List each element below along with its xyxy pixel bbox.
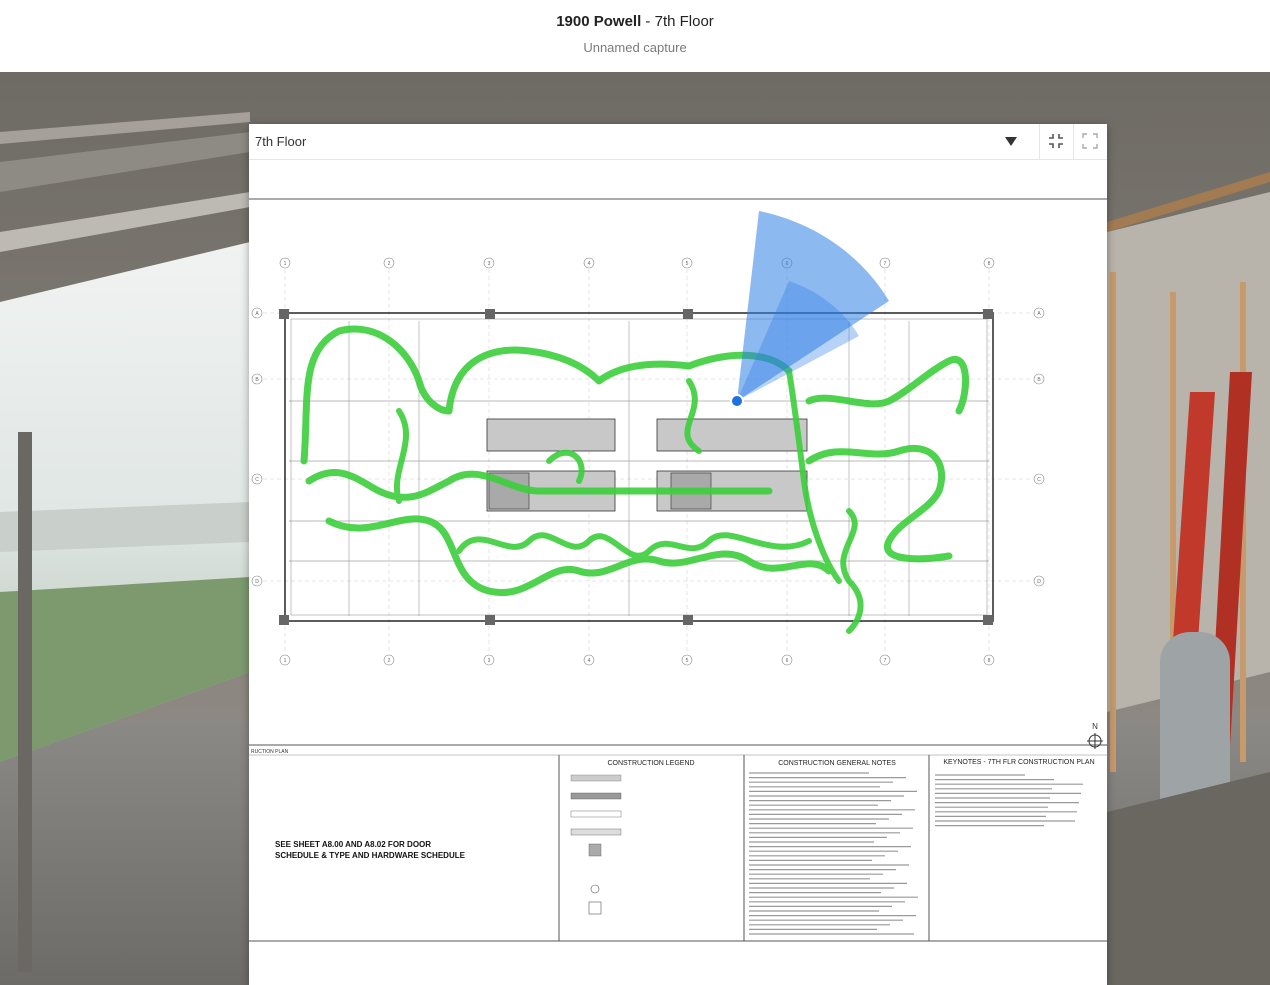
column-grid-bottom: 1 2 3 4 5 6 7 8 — [279, 654, 995, 666]
fullscreen-icon — [1082, 133, 1098, 149]
floor-dropdown-label: 7th Floor — [255, 134, 307, 149]
capture-title: 1900 Powell - 7th Floor — [0, 13, 1270, 30]
floor-name: - 7th Floor — [641, 13, 714, 30]
grid-bubble-A: A — [1033, 307, 1045, 319]
grid-bubble-C: C — [251, 473, 263, 485]
building-outline — [279, 309, 994, 625]
svg-text:4: 4 — [588, 658, 591, 664]
svg-text:7: 7 — [884, 658, 887, 664]
grid-bubble-1: 1 — [279, 257, 291, 269]
grid-bubble-8: 8 — [983, 654, 995, 666]
capture-path — [300, 325, 970, 634]
grid-bubble-C: C — [1033, 473, 1045, 485]
svg-text:5: 5 — [686, 658, 689, 664]
grid-bubble-B: B — [251, 373, 263, 385]
svg-text:4: 4 — [588, 261, 591, 267]
svg-text:6: 6 — [786, 658, 789, 664]
svg-text:5: 5 — [686, 261, 689, 267]
collapse-icon — [1049, 134, 1063, 148]
grid-bubble-3: 3 — [483, 654, 495, 666]
svg-text:3: 3 — [488, 261, 491, 267]
grid-bubble-2: 2 — [383, 654, 395, 666]
row-grid-right: A B C D — [1033, 307, 1045, 587]
grid-bubble-7: 7 — [879, 257, 891, 269]
grid-bubble-D: D — [1033, 575, 1045, 587]
svg-text:1: 1 — [284, 658, 287, 664]
capture-subtitle: Unnamed capture — [583, 40, 687, 55]
svg-text:C: C — [1037, 477, 1041, 483]
panorama-viewer[interactable]: 7th Floor 1 2 3 4 5 6 7 — [0, 72, 1270, 985]
grid-bubble-2: 2 — [383, 257, 395, 269]
grid-bubble-5: 5 — [681, 257, 693, 269]
keynotes-title: KEYNOTES - 7TH FLR CONSTRUCTION PLAN — [943, 759, 1094, 766]
grid-bubble-5: 5 — [681, 654, 693, 666]
grid-bubble-8: 8 — [983, 257, 995, 269]
grid-bubble-3: 3 — [483, 257, 495, 269]
floor-plan-minimap: 7th Floor 1 2 3 4 5 6 7 — [249, 124, 1107, 985]
view-direction-cone — [737, 211, 889, 401]
minimap-toolbar: 7th Floor — [249, 124, 1107, 160]
svg-text:D: D — [1037, 579, 1041, 585]
project-name: 1900 Powell — [556, 13, 642, 30]
sheet-title: RUCTION PLAN — [251, 749, 289, 755]
svg-text:3: 3 — [488, 658, 491, 664]
grid-bubble-D: D — [251, 575, 263, 587]
svg-text:7: 7 — [884, 261, 887, 267]
north-label: N — [1092, 722, 1098, 731]
fullscreen-minimap-button[interactable] — [1073, 124, 1107, 160]
chevron-down-icon — [1005, 137, 1017, 146]
svg-text:D: D — [255, 579, 259, 585]
door-schedule-note-line-2: SCHEDULE & TYPE AND HARDWARE SCHEDULE — [275, 851, 466, 860]
svg-text:8: 8 — [988, 261, 991, 267]
floor-dropdown[interactable]: 7th Floor — [249, 124, 1025, 160]
grid-bubble-4: 4 — [583, 257, 595, 269]
svg-text:1: 1 — [284, 261, 287, 267]
svg-text:2: 2 — [388, 261, 391, 267]
general-notes-title: CONSTRUCTION GENERAL NOTES — [778, 760, 896, 767]
grid-bubble-6: 6 — [781, 654, 793, 666]
grid-bubble-4: 4 — [583, 654, 595, 666]
page-header: 1900 Powell - 7th Floor Unnamed capture — [0, 0, 1270, 72]
sheet-title-block: RUCTION PLAN SEE SHEET A8.00 AND A8.02 F… — [251, 749, 1095, 941]
svg-text:8: 8 — [988, 658, 991, 664]
floor-plan-drawing[interactable]: 1 2 3 4 5 6 7 8 1 2 3 4 5 6 7 8 A B C D A B C D — [249, 161, 1107, 985]
door-schedule-note-line-1: SEE SHEET A8.00 AND A8.02 FOR DOOR — [275, 840, 431, 849]
collapse-minimap-button[interactable] — [1039, 124, 1073, 160]
svg-text:2: 2 — [388, 658, 391, 664]
grid-bubble-7: 7 — [879, 654, 891, 666]
legend-title: CONSTRUCTION LEGEND — [607, 760, 694, 767]
general-notes-text — [749, 772, 1083, 935]
grid-bubble-1: 1 — [279, 654, 291, 666]
current-position-marker[interactable] — [730, 394, 744, 408]
grid-bubble-A: A — [251, 307, 263, 319]
svg-text:C: C — [255, 477, 259, 483]
grid-bubble-B: B — [1033, 373, 1045, 385]
